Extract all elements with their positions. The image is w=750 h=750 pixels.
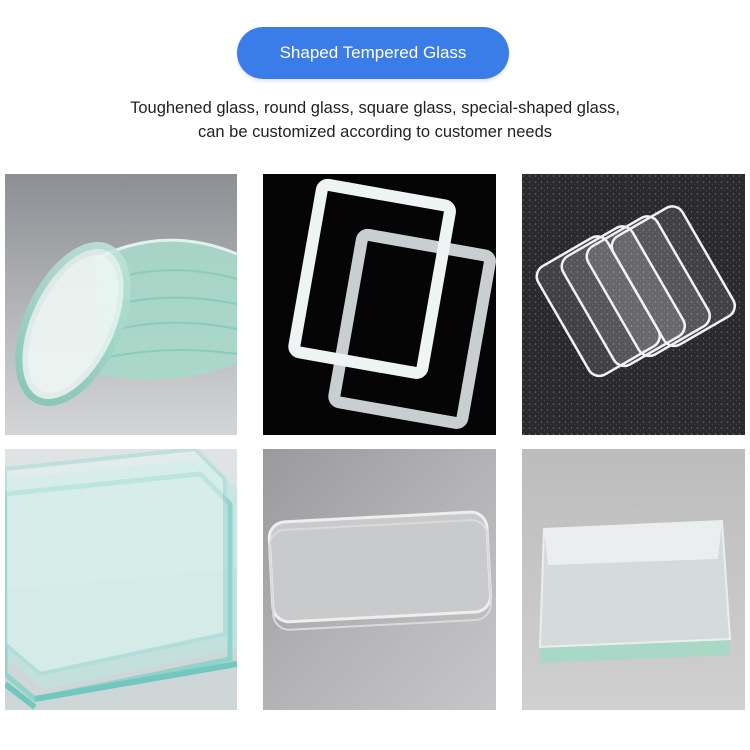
photo-square-panels — [5, 449, 237, 710]
photo-thick-plate — [522, 449, 745, 710]
photo-round-glass — [5, 174, 237, 435]
description: Toughened glass, round glass, square gla… — [40, 96, 710, 144]
photo-rounded-plate — [263, 449, 496, 710]
description-line-2: can be customized according to customer … — [197, 123, 553, 141]
photo-clear-sheets — [522, 174, 745, 435]
photo-frosted-frames — [263, 174, 496, 435]
description-line-1: Toughened glass, round glass, square gla… — [130, 99, 620, 117]
title-badge: Shaped Tempered Glass — [237, 27, 509, 79]
